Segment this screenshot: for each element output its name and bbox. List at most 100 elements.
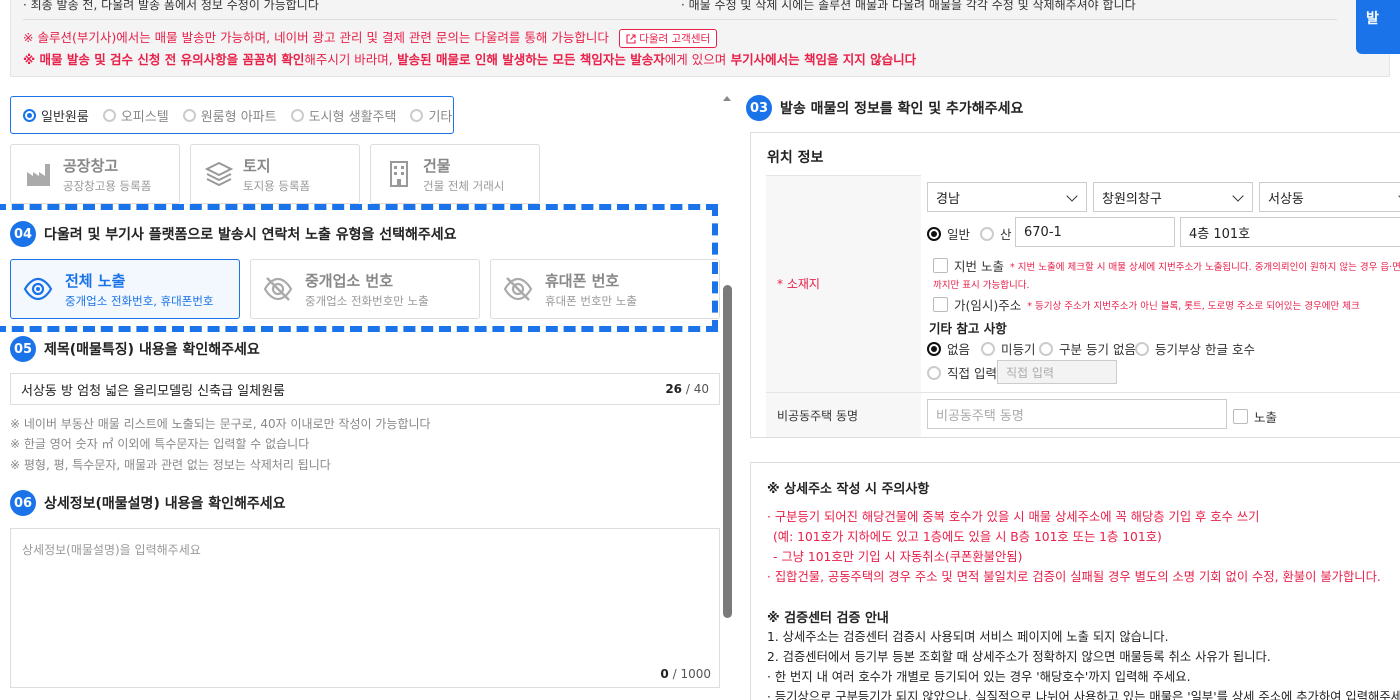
eye-off-icon bbox=[263, 277, 293, 301]
detail-address-value: 4층 101호 bbox=[1189, 226, 1251, 242]
section-05-heading: 05 제목(매물특징) 내용을 확인해주세요 bbox=[10, 336, 260, 362]
row-divider bbox=[766, 392, 1400, 393]
sigungu-select[interactable]: 창원의창구 bbox=[1093, 182, 1253, 212]
type-card-factory[interactable]: 공장창고 공장창고용 등록폼 bbox=[10, 144, 180, 204]
checkbox-box bbox=[933, 258, 948, 273]
type-card-title: 건물 bbox=[423, 156, 451, 175]
scrollbar-thumb[interactable] bbox=[723, 285, 732, 618]
layers-icon bbox=[205, 161, 233, 187]
left-scrollbar[interactable] bbox=[722, 92, 734, 700]
notice-line-2: ※ 솔루션(부기사)에서는 매물 발송만 가능하며, 네이버 광고 관리 및 결… bbox=[23, 27, 718, 48]
section-03-number: 03 bbox=[746, 95, 772, 121]
etc-direct-input[interactable]: 직접 입력 bbox=[997, 360, 1117, 384]
property-type-radio[interactable]: 기타 bbox=[410, 106, 452, 125]
jibun-expose-checkbox[interactable]: 지번 노출 * 지번 노출에 체크할 시 매물 상세에 지번주소가 노출됩니다. … bbox=[933, 256, 1400, 275]
property-type-radio[interactable]: 도시형 생활주택 bbox=[290, 106, 397, 125]
notice-line-2-text: ※ 솔루션(부기사)에서는 매물 발송만 가능하며, 네이버 광고 관리 및 결… bbox=[23, 30, 609, 45]
etc-option-unregistered[interactable]: 미등기 bbox=[981, 339, 1036, 358]
private-dong-input[interactable]: 비공동주택 동명 bbox=[927, 399, 1227, 429]
description-textarea[interactable]: 상세정보(매물설명)을 입력해주세요 0 / 1000 bbox=[10, 528, 720, 688]
radio-dot bbox=[182, 108, 196, 122]
radio-dot bbox=[927, 226, 941, 241]
type-card-title: 토지 bbox=[243, 156, 271, 175]
warning-red-line-1: · 구분등기 되어진 해당건물에 중복 호수가 있을 시 매물 상세주소에 꼭 … bbox=[767, 510, 1260, 524]
private-dong-expose-checkbox[interactable]: 노출 bbox=[1233, 407, 1277, 426]
chevron-down-icon bbox=[1066, 190, 1078, 202]
property-type-radio[interactable]: 오피스텔 bbox=[102, 106, 169, 125]
expose-option-title: 중개업소 번호 bbox=[305, 271, 394, 290]
lot-number-value: 670-1 bbox=[1024, 224, 1062, 240]
property-type-radio[interactable]: 일반원룸 bbox=[23, 106, 89, 125]
notice-line-3: ※ 매물 발송 및 검수 신청 전 유의사항을 꼼꼼히 확인해주시기 바라며, … bbox=[23, 49, 916, 68]
property-type-radio[interactable]: 원룸형 아파트 bbox=[182, 106, 277, 125]
section-03-title: 발송 매물의 정보를 확인 및 추가해주세요 bbox=[780, 101, 1024, 117]
verify-line-2: 2. 검증센터에서 등기부 등본 조회할 때 상세주소가 정확하지 않으면 매물… bbox=[767, 650, 1271, 664]
cs-center-button[interactable]: 다울려 고객센터 bbox=[619, 29, 718, 48]
expose-option-sub: 중개업소 전화번호, 휴대폰번호 bbox=[65, 293, 214, 308]
dong-select[interactable]: 서상동 bbox=[1259, 182, 1400, 212]
etc-option-label: 미등기 bbox=[1001, 342, 1036, 357]
factory-icon bbox=[27, 164, 50, 186]
warning-title-2: ※ 검증센터 검증 안내 bbox=[767, 611, 889, 626]
section-05-title: 제목(매물특징) 내용을 확인해주세요 bbox=[44, 342, 260, 358]
etc-option-label: 구분 등기 없음 bbox=[1059, 342, 1136, 357]
etc-direct-placeholder: 직접 입력 bbox=[1006, 365, 1054, 380]
verify-line-4: · 등기상으로 구분등기가 되지 않았으나, 실질적으로 나뉘어 사용하고 있는… bbox=[767, 690, 1400, 700]
etc-option-korean-unit[interactable]: 등기부상 한글 호수 bbox=[1135, 339, 1255, 358]
notice-line-3-d: 에게 있으며 bbox=[664, 52, 727, 67]
expose-option-sub: 중개업소 전화번호만 노출 bbox=[305, 293, 429, 308]
expose-option-mobile[interactable]: 휴대폰 번호 휴대폰 번호만 노출 bbox=[490, 259, 720, 319]
send-button-partial[interactable]: 발 bbox=[1356, 0, 1400, 54]
title-input[interactable]: 서상동 방 엄청 넓은 올리모델링 신축급 일체원룸 26 / 40 bbox=[10, 373, 720, 405]
jibun-note-1: * 지번 노출에 체크할 시 매물 상세에 지번주소가 노출됩니다. 중개의뢰인… bbox=[1009, 261, 1400, 273]
expose-option-sub: 휴대폰 번호만 노출 bbox=[545, 293, 637, 308]
lot-type-mountain-radio[interactable]: 산 bbox=[980, 224, 1012, 243]
radio-dot bbox=[102, 108, 116, 122]
property-type-label: 도시형 생활주택 bbox=[308, 109, 397, 125]
title-char-max: / 40 bbox=[685, 382, 709, 396]
row-label-column bbox=[766, 175, 921, 437]
eye-off-icon bbox=[503, 277, 533, 301]
location-title: 위치 정보 bbox=[767, 150, 824, 166]
section-05-number: 05 bbox=[10, 336, 36, 362]
chevron-down-icon bbox=[1232, 190, 1244, 202]
checkbox-box bbox=[1233, 409, 1248, 424]
expose-option-all[interactable]: 전체 노출 중개업소 전화번호, 휴대폰번호 bbox=[10, 259, 240, 319]
lot-type-mountain-label: 산 bbox=[1000, 227, 1012, 242]
notice-line-3-c: 발송된 매물로 인해 발생하는 모든 책임자는 발송자 bbox=[392, 52, 665, 67]
notice-line-3-b: 해주시기 바라며, bbox=[304, 52, 393, 67]
detail-address-input[interactable]: 4층 101호 bbox=[1180, 217, 1400, 247]
section-04-title: 다울려 및 부기사 플랫폼으로 발송시 연락처 노출 유형을 선택해주세요 bbox=[44, 227, 457, 243]
radio-dot bbox=[927, 341, 941, 356]
property-type-label: 기타 bbox=[428, 109, 453, 125]
sido-select[interactable]: 경남 bbox=[927, 182, 1087, 212]
lot-type-general-label: 일반 bbox=[947, 227, 971, 242]
external-link-icon bbox=[626, 33, 636, 44]
cs-center-label: 다울려 고객센터 bbox=[639, 33, 711, 45]
lot-number-input[interactable]: 670-1 bbox=[1015, 217, 1175, 247]
etc-option-no-division[interactable]: 구분 등기 없음 bbox=[1039, 339, 1136, 358]
radio-dot bbox=[23, 108, 36, 122]
type-card-sub: 토지용 등록폼 bbox=[243, 178, 311, 193]
section-03-heading: 03 발송 매물의 정보를 확인 및 추가해주세요 bbox=[746, 95, 1023, 121]
etc-option-label: 등기부상 한글 호수 bbox=[1155, 342, 1255, 357]
private-dong-placeholder: 비공동주택 동명 bbox=[936, 408, 1024, 424]
private-dong-label: 비공동주택 동명 bbox=[777, 409, 859, 423]
type-card-land[interactable]: 토지토지용 등록폼 bbox=[190, 144, 360, 204]
temp-address-checkbox[interactable]: 가(임시)주소 * 등기상 주소가 지번주소가 아닌 블록, 롯트, 도로명 주소… bbox=[933, 295, 1360, 314]
property-type-label: 원룸형 아파트 bbox=[200, 109, 277, 125]
property-type-label: 오피스텔 bbox=[120, 109, 169, 125]
type-card-building[interactable]: 건물 건물 전체 거래시 bbox=[370, 144, 540, 204]
etc-option-direct[interactable]: 직접 입력 bbox=[927, 363, 997, 382]
notice-line-3-e: 부기사에서는 책임을 지지 않습니다 bbox=[726, 52, 917, 67]
notice-line-3-a: ※ 매물 발송 및 검수 신청 전 유의사항을 꼼꼼히 확인 bbox=[23, 52, 305, 67]
notice-line-1-right: · 매물 수정 및 삭제 시에는 솔루션 매물과 다울려 매물을 각각 수정 및… bbox=[681, 0, 1136, 12]
etc-option-none[interactable]: 없음 bbox=[927, 339, 970, 358]
section-06-heading: 06 상세정보(매물설명) 내용을 확인해주세요 bbox=[10, 490, 286, 516]
sido-value: 경남 bbox=[936, 191, 960, 207]
type-card-title: 공장창고 bbox=[63, 156, 119, 175]
lot-type-general-radio[interactable]: 일반 bbox=[927, 224, 970, 243]
notice-divider bbox=[23, 19, 1337, 20]
scroll-up-arrow-icon[interactable] bbox=[723, 96, 731, 101]
expose-option-office[interactable]: 중개업소 번호중개업소 전화번호만 노출 bbox=[250, 259, 480, 319]
